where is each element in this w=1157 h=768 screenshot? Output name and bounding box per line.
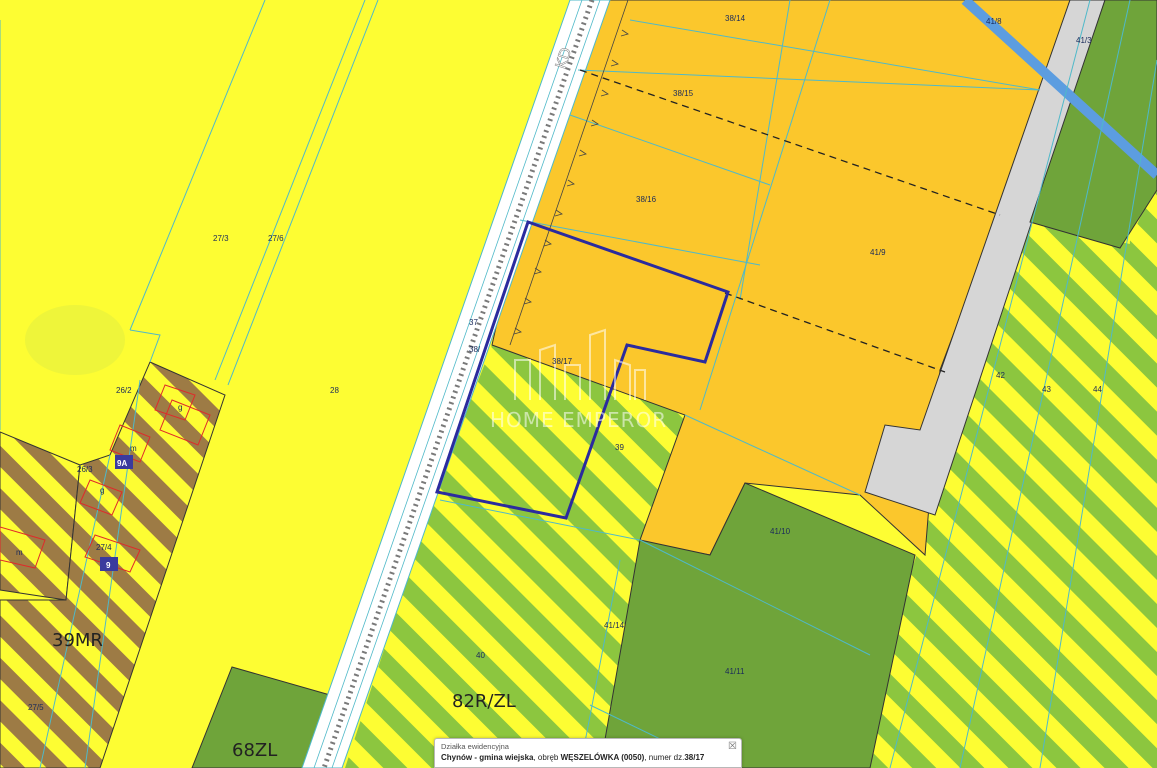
building-label: g [100,486,104,495]
building-label: m [130,444,137,453]
parcel-label: 38/16 [636,195,657,204]
popup-precinct-prefix: , obręb [533,753,561,762]
parcel-label: 40 [476,651,485,660]
popup-close-button[interactable]: ☒ [728,741,737,752]
parcel-label: 27/4 [96,543,112,552]
parcel-label: 27/6 [268,234,284,243]
building-label: m [16,548,23,557]
zone-label-39MR: 39MR [52,630,103,651]
parcel-label: 38/ [469,345,481,354]
parcel-label: 41/14 [604,621,625,630]
parcel-label: 42 [996,371,1005,380]
parcel-label: 38/17 [552,357,573,366]
parcel-label: 39 [615,443,624,452]
popup-precinct: WĘSZELÓWKA (0050) [560,753,645,762]
building-label: 9A [117,459,127,468]
zone-label-82R-ZL: 82R/ZL [452,691,516,712]
popup-number-prefix: , numer dz. [644,753,685,762]
parcel-label: 38/15 [673,89,694,98]
parcel-label: 44 [1093,385,1102,394]
popup-title: Działka ewidencyjna [441,742,509,751]
parcel-label: 41/8 [986,17,1002,26]
light-patch [25,305,125,375]
watermark-text: HOME EMPEROR [490,408,667,432]
building-label: g [178,403,182,412]
parcel-label: 38/14 [725,14,746,23]
parcel-label: 28 [330,386,339,395]
zone-label-68ZL: 68ZL [232,740,277,761]
parcel-label: 27/5 [28,703,44,712]
parcel-label: 37 [469,318,478,327]
parcel-label: 27/3 [213,234,229,243]
parcel-label: 41/3 [1076,36,1092,45]
popup-location: Chynów - gmina wiejska [441,753,534,762]
parcel-label: 26/3 [77,465,93,474]
parcel-label: 26/2 [116,386,132,395]
zoning-map[interactable]: HOME EMPEROR 38/14 41/8 41/3 38/15 38/16… [0,0,1157,768]
parcel-label: 41/10 [770,527,791,536]
popup-body: Chynów - gmina wiejska, obręb WĘSZELÓWKA… [441,752,735,764]
parcel-label: 43 [1042,385,1051,394]
parcel-label: 41/9 [870,248,886,257]
building-label: 9 [106,561,111,570]
popup-number: 38/17 [684,753,705,762]
parcel-info-popup[interactable]: Działka ewidencyjna Chynów - gmina wiejs… [434,738,742,768]
parcel-label: 41/11 [725,667,745,676]
